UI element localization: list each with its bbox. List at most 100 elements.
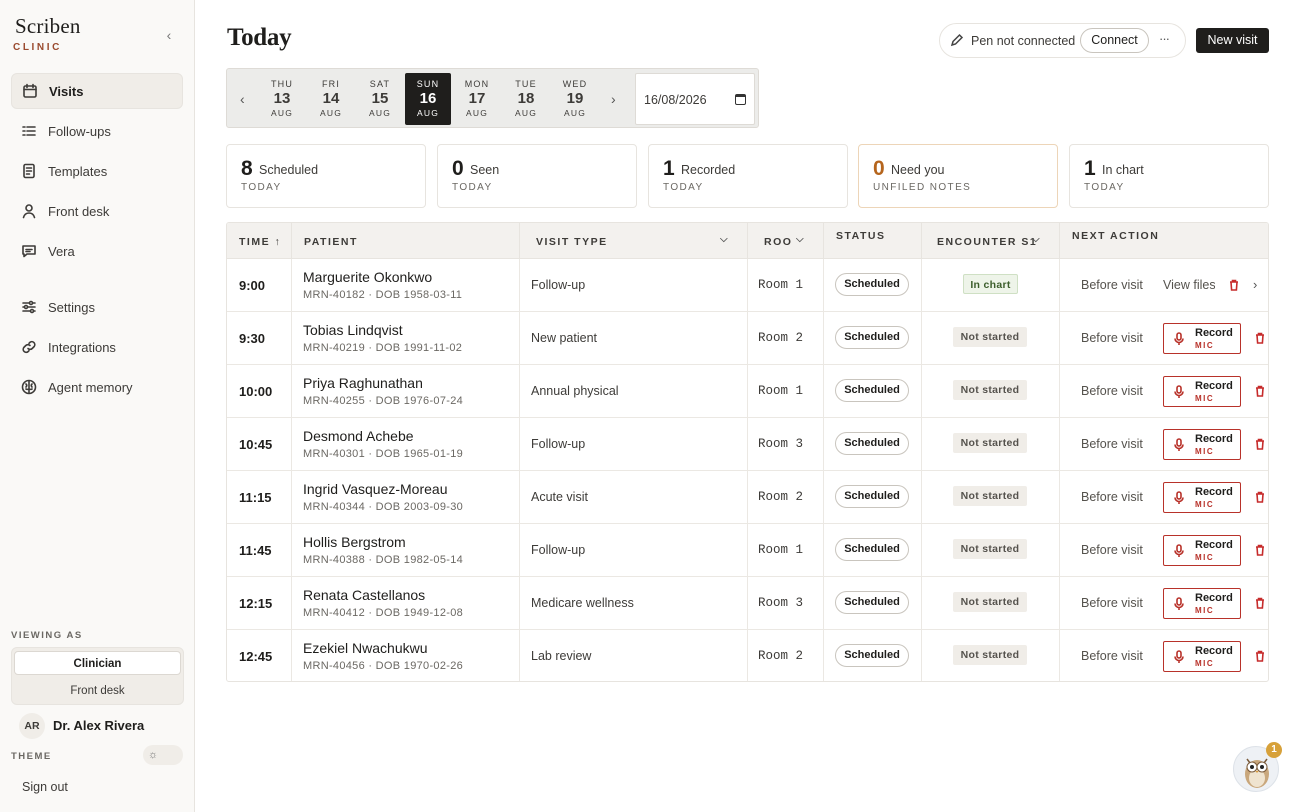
patient-name[interactable]: Tobias Lindqvist [303,322,403,338]
record-mic-button[interactable]: Record MIC [1163,588,1241,619]
column-header-time[interactable]: TIME ↑ [227,223,292,259]
record-mic-button[interactable]: Record MIC [1163,482,1241,513]
before-visit-link[interactable]: Before visit [1081,384,1143,398]
sidebar-item-follow-ups[interactable]: Follow-ups [11,113,183,149]
patient-cell: Tobias Lindqvist MRN-40219 · DOB 1991-11-… [292,312,520,365]
table-row[interactable]: 9:30 Tobias Lindqvist MRN-40219 · DOB 199… [227,312,1268,365]
encounter-cell: Not started [922,524,1060,577]
new-visit-button[interactable]: New visit [1196,28,1269,53]
stat-card-in-chart[interactable]: 1 In chart TODAY [1069,144,1269,208]
before-visit-link[interactable]: Before visit [1081,490,1143,504]
chevron-down-icon[interactable]: ⌵ [796,234,805,245]
status-badge: Scheduled [835,644,909,667]
trash-icon[interactable] [1255,650,1265,662]
record-mic-button[interactable]: Record MIC [1163,323,1241,354]
avatar[interactable]: AR [19,713,45,739]
table-row[interactable]: 11:15 Ingrid Vasquez-Moreau MRN-40344 · D… [227,471,1268,524]
column-header-patient[interactable]: PATIENT [292,223,520,259]
stat-card-seen[interactable]: 0 Seen TODAY [437,144,637,208]
day-sun-16[interactable]: SUN 16 AUG [405,73,451,125]
calendar-icon[interactable] [735,94,746,105]
stat-sub: UNFILED NOTES [873,182,972,193]
table-row[interactable]: 10:45 Desmond Achebe MRN-40301 · DOB 1965… [227,418,1268,471]
day-wed-19[interactable]: WED 19 AUG [552,73,598,125]
status-badge: Scheduled [835,538,909,561]
record-mic-button[interactable]: Record MIC [1163,641,1241,672]
sidebar-item-visits[interactable]: Visits [11,73,183,109]
patient-name[interactable]: Hollis Bergstrom [303,534,406,550]
patient-name[interactable]: Priya Raghunathan [303,375,423,391]
column-header-visit-type[interactable]: VISIT TYPE ⌵ [520,223,748,259]
trash-icon[interactable] [1255,597,1265,609]
stat-card-need-you[interactable]: 0 Need you UNFILED NOTES [858,144,1058,208]
sidebar-item-label: Visits [49,83,84,99]
chevron-down-icon[interactable]: ⌵ [720,234,729,245]
sidebar-item-integrations[interactable]: Integrations [11,329,183,365]
prev-week-icon[interactable]: ‹ [240,91,245,107]
chevron-right-icon[interactable]: › [1253,277,1257,292]
month: AUG [514,108,538,118]
record-label: Record [1195,327,1233,339]
before-visit-link[interactable]: Before visit [1081,543,1143,557]
table-row[interactable]: 9:00 Marguerite Okonkwo MRN-40182 · DOB 1… [227,259,1268,312]
day-mon-17[interactable]: MON 17 AUG [454,73,500,125]
table-row[interactable]: 12:45 Ezekiel Nwachukwu MRN-40456 · DOB 1… [227,630,1268,681]
sidebar-item-agent-memory[interactable]: Agent memory [11,369,183,405]
connect-pen-button[interactable]: Connect [1080,28,1149,53]
brand-logo[interactable]: Scriben CLINIC [13,14,81,53]
sidebar-item-vera[interactable]: Vera [11,233,183,269]
chevron-down-icon[interactable]: ⌵ [1032,234,1041,245]
record-mic-button[interactable]: Record MIC [1163,429,1241,460]
stat-card-scheduled[interactable]: 8 Scheduled TODAY [226,144,426,208]
before-visit-link[interactable]: Before visit [1081,437,1143,451]
encounter-badge: Not started [953,327,1027,347]
view-files-link[interactable]: View files [1163,278,1215,292]
trash-icon[interactable] [1255,332,1265,344]
sidebar-item-front-desk[interactable]: Front desk [11,193,183,229]
table-row[interactable]: 10:00 Priya Raghunathan MRN-40255 · DOB 1… [227,365,1268,418]
day-of-month: 13 [273,90,291,107]
date-picker-input[interactable]: 16/08/2026 [635,73,755,125]
table-row[interactable]: 11:45 Hollis Bergstrom MRN-40388 · DOB 19… [227,524,1268,577]
trash-icon[interactable] [1255,438,1265,450]
day-tue-18[interactable]: TUE 18 AUG [503,73,549,125]
table-row[interactable]: 12:15 Renata Castellanos MRN-40412 · DOB … [227,577,1268,630]
day-of-week: THU [270,79,294,89]
patient-name[interactable]: Desmond Achebe [303,428,414,444]
patient-meta: MRN-40219 · DOB 1991-11-02 [303,342,463,354]
visit-type: Annual physical [531,384,619,398]
day-fri-14[interactable]: FRI 14 AUG [308,73,354,125]
sidebar-item-label: Settings [48,299,95,315]
record-mic-button[interactable]: Record MIC [1163,535,1241,566]
before-visit-link[interactable]: Before visit [1081,278,1143,292]
sidebar-item-settings[interactable]: Settings [11,289,183,325]
trash-icon[interactable] [1255,385,1265,397]
sidebar-item-templates[interactable]: Templates [11,153,183,189]
role-option-clinician[interactable]: Clinician [14,651,181,675]
collapse-sidebar-icon[interactable]: ‹ [160,26,178,44]
before-visit-link[interactable]: Before visit [1081,596,1143,610]
before-visit-link[interactable]: Before visit [1081,649,1143,663]
trash-icon[interactable] [1229,279,1239,291]
record-mic-button[interactable]: Record MIC [1163,376,1241,407]
day-sat-15[interactable]: SAT 15 AUG [357,73,403,125]
column-header-encounter[interactable]: ENCOUNTER S1 ⌵ [922,223,1060,259]
trash-icon[interactable] [1255,544,1265,556]
patient-name[interactable]: Ingrid Vasquez-Moreau [303,481,447,497]
trash-icon[interactable] [1255,491,1265,503]
patient-name[interactable]: Renata Castellanos [303,587,425,603]
time-cell: 10:00 [227,365,292,418]
before-visit-link[interactable]: Before visit [1081,331,1143,345]
column-header-room[interactable]: ROO ⌵ [748,223,824,259]
patient-name[interactable]: Marguerite Okonkwo [303,269,432,285]
patient-name[interactable]: Ezekiel Nwachukwu [303,640,428,656]
day-thu-13[interactable]: THU 13 AUG [259,73,305,125]
theme-toggle[interactable]: ☼ [143,745,183,765]
sign-out-link[interactable]: Sign out [22,780,68,794]
record-label: Record [1195,539,1233,551]
more-options-icon[interactable]: ··· [1159,31,1170,46]
role-option-front-desk[interactable]: Front desk [14,679,181,703]
column-header-status[interactable]: STATUS [824,223,922,259]
next-week-icon[interactable]: › [611,91,616,107]
stat-card-recorded[interactable]: 1 Recorded TODAY [648,144,848,208]
